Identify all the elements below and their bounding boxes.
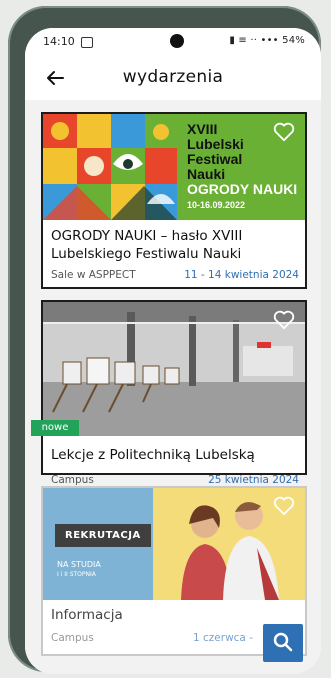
status-icons: ▮ ≡ ·· ••• 54% xyxy=(229,35,305,46)
events-list[interactable]: XVIII Lubelski Festiwal Nauki OGRODY NAU… xyxy=(25,100,321,674)
gallery-notification-icon xyxy=(81,37,93,48)
event-banner-image: REKRUTACJA NA STUDIA I i II STOPNIA xyxy=(43,488,305,600)
recruitment-label: REKRUTACJA xyxy=(55,524,151,547)
event-date: 25 kwietnia 2024 xyxy=(208,474,299,486)
event-date: 11 - 14 kwietnia 2024 xyxy=(184,269,299,281)
festival-line: Festiwal xyxy=(187,151,243,167)
phone-frame: 14:10 ▮ ≡ ·· ••• 54% wydarzenia XVIII Lu… xyxy=(8,6,321,674)
recruitment-line: I i II STOPNIA xyxy=(57,571,96,578)
hall-photo xyxy=(43,302,305,436)
recruitment-caption: NA STUDIA I i II STOPNIA xyxy=(57,560,101,580)
event-location: Campus xyxy=(51,474,94,486)
front-camera xyxy=(170,34,184,48)
event-location: Sale w ASPPECT xyxy=(51,269,136,281)
new-badge: nowe xyxy=(31,420,79,436)
festival-date: 10-16.09.2022 xyxy=(187,200,246,210)
event-date: 1 czerwca - xyxy=(192,632,253,644)
event-title-line: Lubelskiego Festiwalu Nauki xyxy=(51,246,242,262)
screen: 14:10 ▮ ≡ ·· ••• 54% wydarzenia XVIII Lu… xyxy=(25,28,321,674)
status-bar: 14:10 ▮ ≡ ·· ••• 54% xyxy=(25,28,321,56)
event-title-line: OGRODY NAUKI – hasło XVIII xyxy=(51,228,243,244)
event-banner-image xyxy=(43,302,305,436)
event-title: OGRODY NAUKI – hasło XVIII Lubelskiego F… xyxy=(51,227,242,263)
event-location: Campus xyxy=(51,632,94,644)
search-button[interactable] xyxy=(263,624,303,662)
page-title: wydarzenia xyxy=(122,67,224,87)
festival-artwork xyxy=(43,114,177,220)
search-icon xyxy=(273,632,293,652)
event-banner-image: XVIII Lubelski Festiwal Nauki OGRODY NAU… xyxy=(43,114,305,220)
favorite-heart-icon[interactable] xyxy=(273,310,295,330)
favorite-heart-icon[interactable] xyxy=(273,496,295,516)
event-card[interactable]: XVIII Lubelski Festiwal Nauki OGRODY NAU… xyxy=(41,112,307,289)
festival-line: Nauki xyxy=(187,166,226,182)
event-title: Informacja xyxy=(51,607,123,623)
status-time: 14:10 xyxy=(43,35,75,48)
event-card[interactable]: Lekcje z Politechniką Lubelską Campus 25… xyxy=(41,300,307,486)
event-title: Lekcje z Politechniką Lubelską xyxy=(51,447,255,463)
app-bar: wydarzenia xyxy=(25,56,321,100)
festival-subtitle: OGRODY NAUKI xyxy=(187,181,298,197)
recruitment-line: NA STUDIA xyxy=(57,560,101,569)
favorite-heart-icon[interactable] xyxy=(273,122,295,142)
